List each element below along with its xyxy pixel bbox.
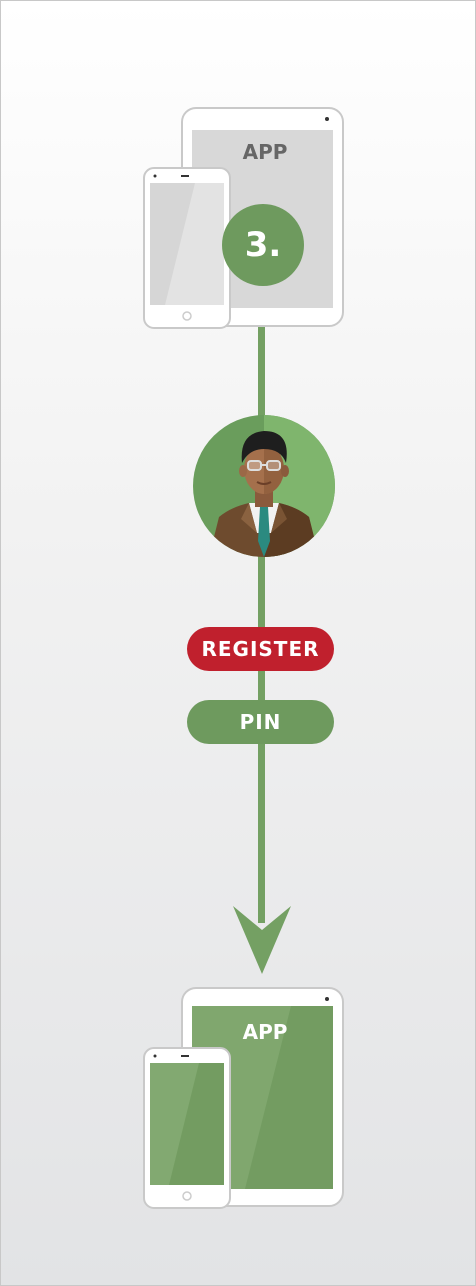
flow-line [258,251,265,923]
arrow-down-icon [233,906,291,974]
step-number-badge: 3. [222,204,304,286]
pin-pill: PIN [187,700,334,744]
diagram-frame: APP 3. REGISTER PIN APP [0,0,476,1286]
top-app-label: APP [242,140,288,164]
person-avatar-icon [193,415,335,557]
phone-icon [143,167,231,329]
phone-icon [143,1047,231,1209]
bottom-app-label: APP [242,1020,288,1044]
register-pill: REGISTER [187,627,334,671]
